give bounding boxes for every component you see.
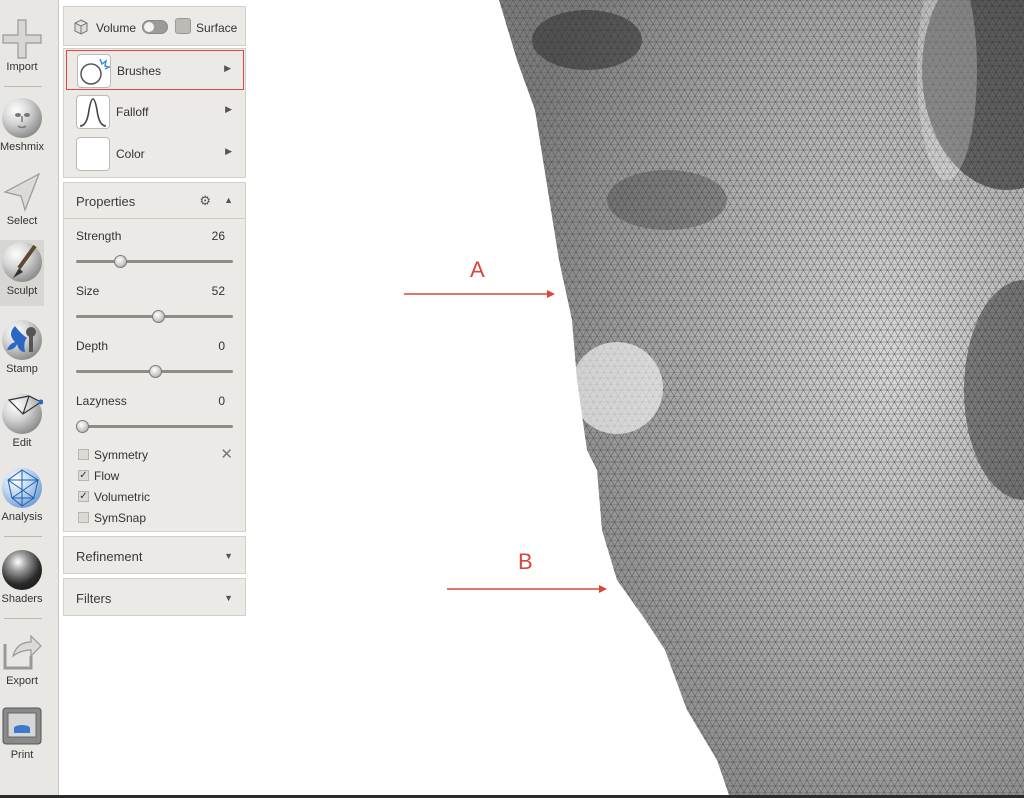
properties-title: Properties bbox=[76, 194, 136, 209]
expand-arrow-icon: ▶ bbox=[224, 63, 231, 73]
tool-divider bbox=[4, 86, 42, 87]
lazyness-value: 0 bbox=[218, 394, 225, 408]
flow-label: Flow bbox=[94, 469, 120, 483]
import-tool[interactable]: Import bbox=[0, 16, 44, 73]
depth-value: 0 bbox=[218, 339, 225, 353]
annotation-arrow-b bbox=[447, 585, 607, 593]
stamp-tool[interactable]: Stamp bbox=[0, 318, 44, 375]
size-slider-thumb[interactable] bbox=[151, 310, 165, 323]
depth-slider[interactable] bbox=[76, 365, 233, 378]
falloff-curve-icon bbox=[76, 95, 110, 129]
collapse-arrow-icon[interactable]: ▲ bbox=[224, 195, 233, 205]
strength-slider[interactable] bbox=[76, 255, 233, 268]
symmetry-label: Symmetry bbox=[94, 448, 148, 462]
expand-arrow-icon: ▼ bbox=[224, 551, 233, 561]
color-swatch-icon bbox=[76, 137, 110, 171]
shaders-tool[interactable]: Shaders bbox=[0, 548, 44, 605]
export-tool[interactable]: Export bbox=[0, 630, 44, 687]
select-tool[interactable]: Select bbox=[0, 170, 44, 227]
falloff-label: Falloff bbox=[116, 105, 149, 119]
size-slider[interactable] bbox=[76, 310, 233, 323]
tool-rail: Import Meshmix Select Sculpt Stamp Edit … bbox=[0, 0, 59, 798]
annotation-arrow-a bbox=[404, 290, 555, 298]
cube-icon bbox=[73, 19, 89, 38]
lazyness-slider-thumb[interactable] bbox=[76, 420, 90, 433]
lazyness-slider[interactable] bbox=[76, 420, 233, 433]
volume-surface-toggle[interactable] bbox=[142, 20, 168, 34]
mesh-model[interactable] bbox=[247, 0, 1024, 798]
head-sphere-icon bbox=[1, 96, 43, 140]
flow-checkbox[interactable]: ✓ bbox=[78, 470, 89, 481]
size-label: Size bbox=[76, 284, 100, 298]
tool-divider bbox=[4, 536, 42, 537]
plus-icon bbox=[1, 16, 43, 60]
expand-arrow-icon: ▼ bbox=[224, 593, 233, 603]
surface-label: Surface bbox=[196, 21, 238, 35]
brushes-menu-item[interactable]: Brushes ▶ bbox=[66, 50, 244, 90]
refinement-section[interactable]: Refinement ▼ bbox=[63, 536, 246, 574]
lazyness-label: Lazyness bbox=[76, 394, 127, 408]
brush-sphere-icon bbox=[1, 240, 43, 284]
edit-tool[interactable]: Edit bbox=[0, 392, 44, 449]
tool-divider bbox=[4, 618, 42, 619]
surface-square-icon bbox=[175, 18, 191, 34]
shader-sphere-icon bbox=[1, 548, 43, 592]
edit-sphere-icon bbox=[1, 392, 43, 436]
cursor-arrow-icon bbox=[1, 170, 43, 214]
printer-icon bbox=[1, 704, 43, 748]
3d-viewport[interactable]: A B bbox=[247, 0, 1024, 798]
fleur-stamp-icon bbox=[1, 318, 43, 362]
gear-icon[interactable]: ⚙ bbox=[199, 193, 211, 209]
symsnap-checkbox[interactable] bbox=[78, 512, 89, 523]
filters-section[interactable]: Filters ▼ bbox=[63, 578, 246, 616]
color-label: Color bbox=[116, 147, 145, 161]
mode-toggle-row: Volume Surface bbox=[63, 6, 246, 46]
mesh-sphere-icon bbox=[1, 466, 43, 510]
print-tool[interactable]: Print bbox=[0, 704, 44, 761]
volumetric-checkbox[interactable]: ✓ bbox=[78, 491, 89, 502]
export-arrow-icon bbox=[1, 630, 43, 674]
expand-arrow-icon: ▶ bbox=[225, 104, 232, 114]
refinement-title: Refinement bbox=[76, 549, 143, 564]
properties-section: Properties ⚙ ▲ Strength 26 Size 52 Depth… bbox=[63, 182, 246, 532]
properties-header[interactable]: Properties ⚙ ▲ bbox=[64, 183, 245, 219]
sculpt-tool[interactable]: Sculpt bbox=[0, 240, 44, 306]
symmetry-checkbox[interactable] bbox=[78, 449, 89, 460]
strength-slider-thumb[interactable] bbox=[113, 255, 127, 268]
symmetry-tools-icon[interactable]: ✕ bbox=[220, 445, 233, 463]
volume-label: Volume bbox=[96, 21, 137, 35]
volumetric-label: Volumetric bbox=[94, 490, 151, 504]
falloff-menu-item[interactable]: Falloff ▶ bbox=[66, 92, 244, 132]
symsnap-label: SymSnap bbox=[94, 511, 147, 525]
meshmix-tool[interactable]: Meshmix bbox=[0, 96, 44, 153]
brushes-label: Brushes bbox=[117, 64, 162, 78]
expand-arrow-icon: ▶ bbox=[225, 146, 232, 156]
depth-slider-thumb[interactable] bbox=[148, 365, 162, 378]
brush-cursor bbox=[571, 342, 663, 434]
strength-label: Strength bbox=[76, 229, 122, 243]
sculpt-panel: Volume Surface Brushes ▶ Falloff ▶ Color… bbox=[63, 6, 246, 616]
brush-circle-icon bbox=[77, 54, 112, 88]
color-menu-item[interactable]: Color ▶ bbox=[66, 134, 244, 174]
annotation-label-a: A bbox=[470, 257, 485, 282]
brush-menu-group: Brushes ▶ Falloff ▶ Color ▶ bbox=[63, 48, 246, 178]
analysis-tool[interactable]: Analysis bbox=[0, 466, 44, 523]
depth-label: Depth bbox=[76, 339, 109, 353]
filters-title: Filters bbox=[76, 591, 112, 606]
annotation-label-b: B bbox=[518, 549, 533, 574]
meshmixer-window: Import Meshmix Select Sculpt Stamp Edit … bbox=[0, 0, 1024, 798]
size-value: 52 bbox=[211, 284, 225, 298]
strength-value: 26 bbox=[211, 229, 225, 243]
